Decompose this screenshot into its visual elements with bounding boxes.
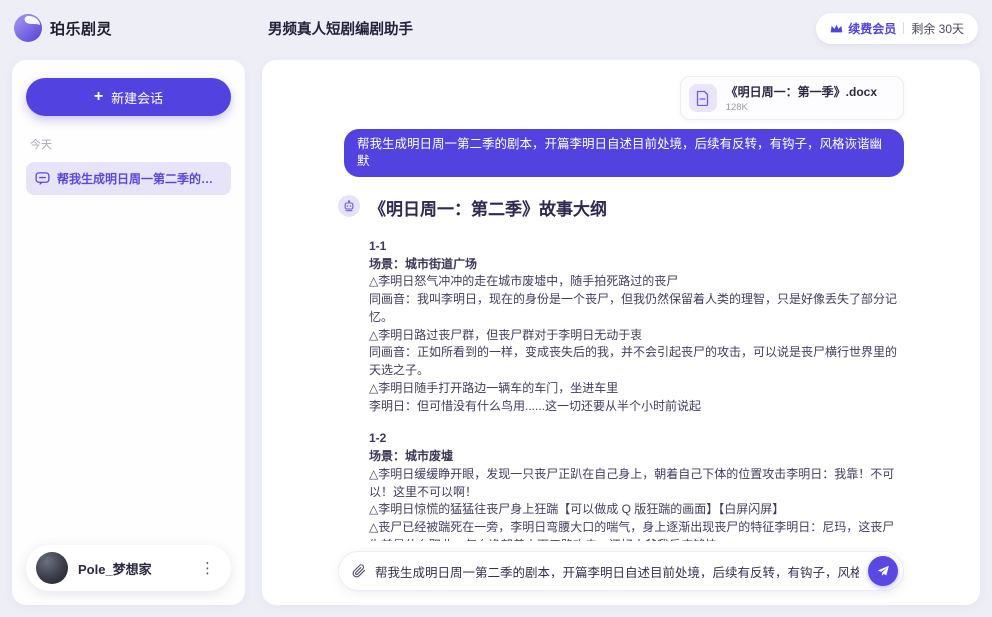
- composer: [338, 551, 904, 591]
- message-input[interactable]: [375, 564, 859, 578]
- script-line: △丧尸已经被踹死在一旁，李明日弯腰大口的喘气，身上逐渐出现丧尸的特征李明日：尼玛…: [369, 520, 895, 541]
- assistant-message: 《明日周一：第二季》故事大纲 1-1 场景：城市街道广场 △李明日怒气冲冲的走在城市…: [338, 193, 904, 541]
- assistant-content: 《明日周一：第二季》故事大纲 1-1 场景：城市街道广场 △李明日怒气冲冲的走在城市…: [369, 193, 904, 541]
- renew-membership-button[interactable]: 续费会员: [830, 20, 896, 37]
- assistant-avatar-icon: [338, 194, 360, 217]
- script-line: △李明日怒气冲冲的走在城市废墟中，随手拍死路过的丧尸: [369, 274, 679, 289]
- membership-badge[interactable]: 续费会员 剩余 30天: [816, 12, 978, 44]
- script-line: △李明日惊慌的猛猛往丧尸身上狂踹【可以做成 Q 版狂踹的画面】【白屏闪屏】: [369, 502, 785, 517]
- paper-plane-icon: [877, 565, 889, 576]
- paperclip-icon: [352, 564, 366, 578]
- send-button[interactable]: [868, 556, 898, 586]
- user-menu-button[interactable]: ⋮: [194, 561, 221, 576]
- crown-icon: [830, 24, 843, 32]
- section-number: 1-2: [369, 431, 387, 446]
- brand: 珀乐剧灵: [14, 14, 254, 42]
- user-name: Pole_梦想家: [78, 561, 152, 577]
- script-line: △李明日路过丧尸群，但丧尸群对于李明日无动于衷: [369, 327, 643, 342]
- top-bar: 珀乐剧灵 男频真人短剧编剧助手 续费会员 剩余 30天: [0, 0, 992, 56]
- attach-file-button[interactable]: [352, 564, 366, 578]
- app-logo-icon: [14, 14, 42, 42]
- section-scene: 场景：城市废墟: [369, 449, 454, 463]
- conversation-item[interactable]: 帮我生成明日周一第二季的剧本...: [26, 162, 231, 195]
- script-section: 1-2 场景：城市废墟 △李明日缓缓睁开眼，发现一只丧尸正趴在自己身上，朝着自己下体…: [369, 430, 904, 541]
- new-chat-button[interactable]: + 新建会话: [26, 78, 231, 116]
- script-line: △李明日缓缓睁开眼，发现一只丧尸正趴在自己身上，朝着自己下体的位置攻击李明日：我…: [369, 466, 895, 499]
- script-line: 同画音：我叫李明日，现在的身份是一个丧尸，但我仍然保留着人类的理智，只是好像丢失…: [369, 292, 898, 324]
- attachment-card[interactable]: 《明日周一：第一季》.docx 128K: [679, 76, 904, 120]
- chat-panel: 《明日周一：第一季》.docx 128K 帮我生成明日周一第二季的剧本，开篇李明…: [262, 60, 980, 605]
- script-line: △李明日随手打开路边一辆车的车门，坐进车里: [369, 380, 619, 395]
- script-line: 李明日：但可惜没有什么鸟用......这一切还要从半个小时前说起: [369, 398, 702, 413]
- user-avatar: [36, 552, 68, 584]
- user-profile[interactable]: Pole_梦想家 ⋮: [26, 545, 231, 591]
- history-group-label: 今天: [30, 139, 52, 151]
- script-section: 1-1 场景：城市街道广场 △李明日怒气冲冲的走在城市废墟中，随手拍死路过的丧尸同画…: [369, 238, 904, 416]
- script-sections: 1-1 场景：城市街道广场 △李明日怒气冲冲的走在城市废墟中，随手拍死路过的丧尸同画…: [369, 238, 904, 541]
- new-chat-label: 新建会话: [111, 90, 164, 106]
- section-number: 1-1: [369, 238, 387, 253]
- section-scene: 场景：城市街道广场: [369, 256, 478, 271]
- divider: [903, 22, 905, 34]
- script-line: 同画音：正如所看到的一样，变成丧失后的我，并不会引起丧尸的攻击，可以说是丧尸横行…: [369, 345, 898, 377]
- document-icon: [688, 84, 717, 112]
- user-message-bubble: 帮我生成明日周一第二季的剧本，开篇李明日自述目前处境，后续有反转，有钩子，风格诙…: [344, 129, 904, 177]
- chat-column: 《明日周一：第一季》.docx 128K 帮我生成明日周一第二季的剧本，开篇李明…: [338, 76, 904, 541]
- conversation-title: 帮我生成明日周一第二季的剧本...: [57, 172, 222, 186]
- page-title: 男频真人短剧编剧助手: [268, 21, 413, 38]
- plus-icon: +: [93, 88, 104, 105]
- attachment-filesize: 128K: [725, 102, 748, 113]
- membership-days-left: 剩余 30天: [911, 21, 964, 36]
- sidebar: + 新建会话 今天 帮我生成明日周一第二季的剧本... Pole_梦想家 ⋮: [12, 60, 245, 605]
- brand-name: 珀乐剧灵: [50, 20, 113, 38]
- outline-title: 《明日周一：第二季》故事大纲: [369, 199, 607, 219]
- chat-scroll-area[interactable]: 《明日周一：第一季》.docx 128K 帮我生成明日周一第二季的剧本，开篇李明…: [262, 60, 980, 541]
- attachment-filename: 《明日周一：第一季》.docx: [725, 85, 877, 99]
- chat-bubble-icon: [35, 172, 50, 186]
